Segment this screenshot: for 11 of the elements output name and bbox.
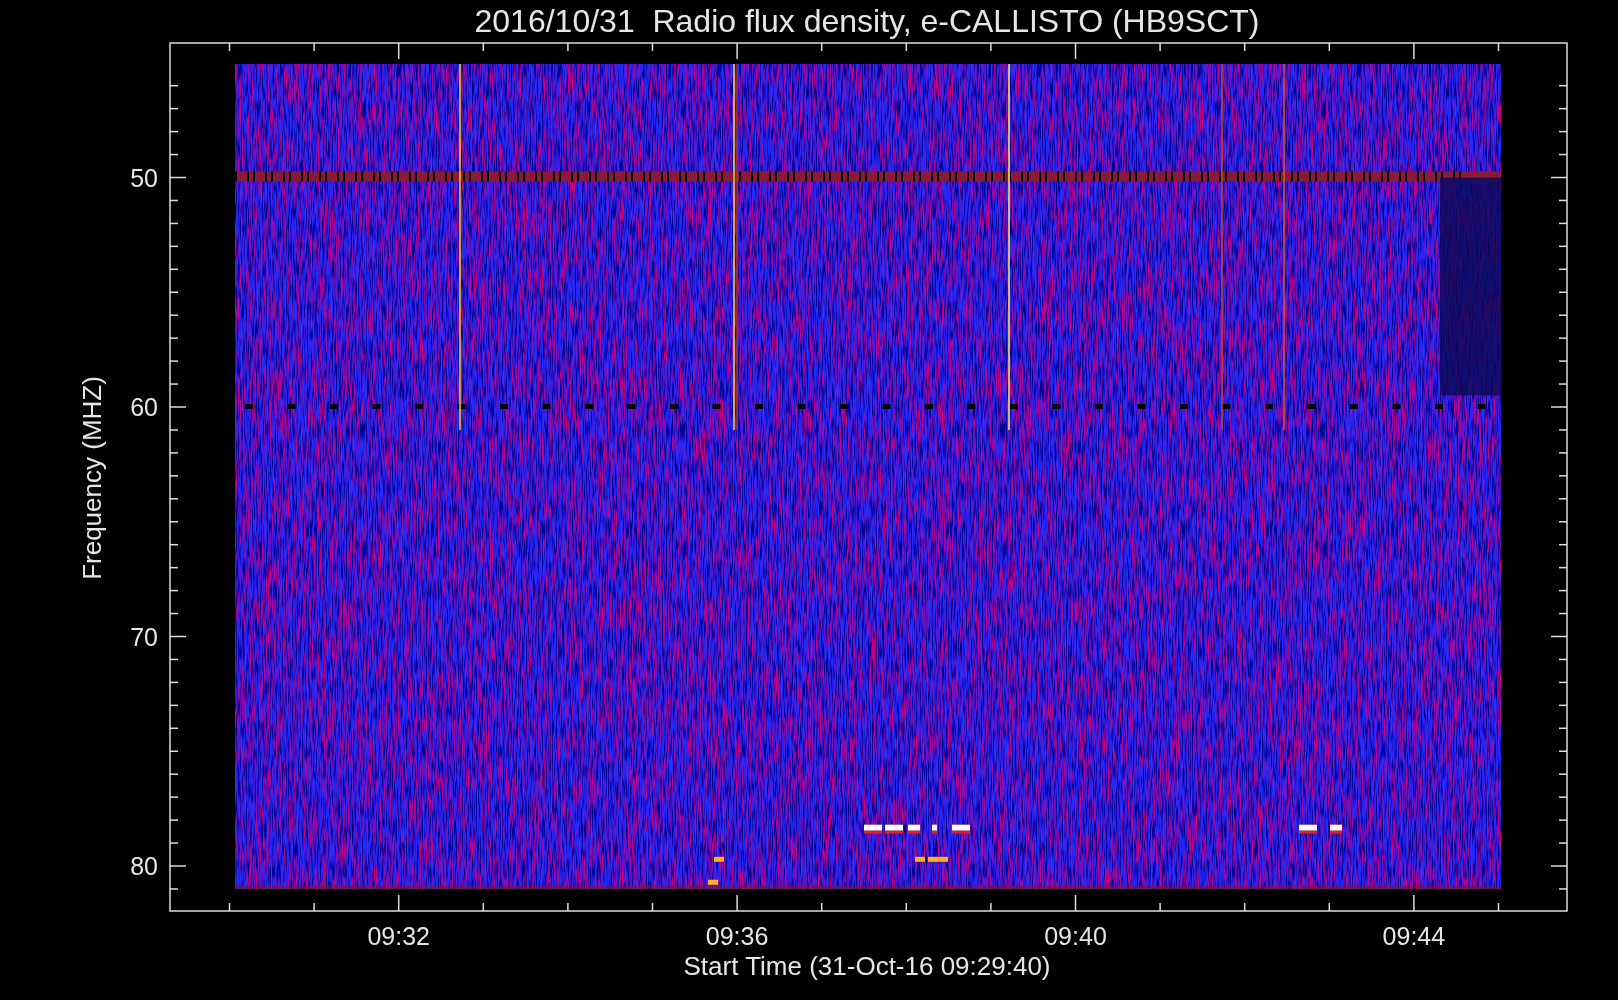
tick-label: 50	[130, 163, 158, 192]
chart-title: 2016/10/31 Radio flux density, e-CALLISTO (HB9SCT)	[474, 3, 1260, 39]
tick-label: 09:40	[1044, 922, 1107, 950]
axis-title: Start Time (31-Oct-16 09:29:40)	[683, 951, 1051, 981]
tick-label: 09:44	[1382, 922, 1446, 950]
tick-label: 70	[130, 622, 158, 651]
axis-title: Frequency (MHZ)	[77, 376, 107, 580]
tick-label: 80	[130, 852, 158, 880]
tick-label: 60	[130, 393, 158, 421]
tick-label: 09:36	[705, 922, 769, 950]
tick-label: 09:32	[367, 922, 430, 950]
